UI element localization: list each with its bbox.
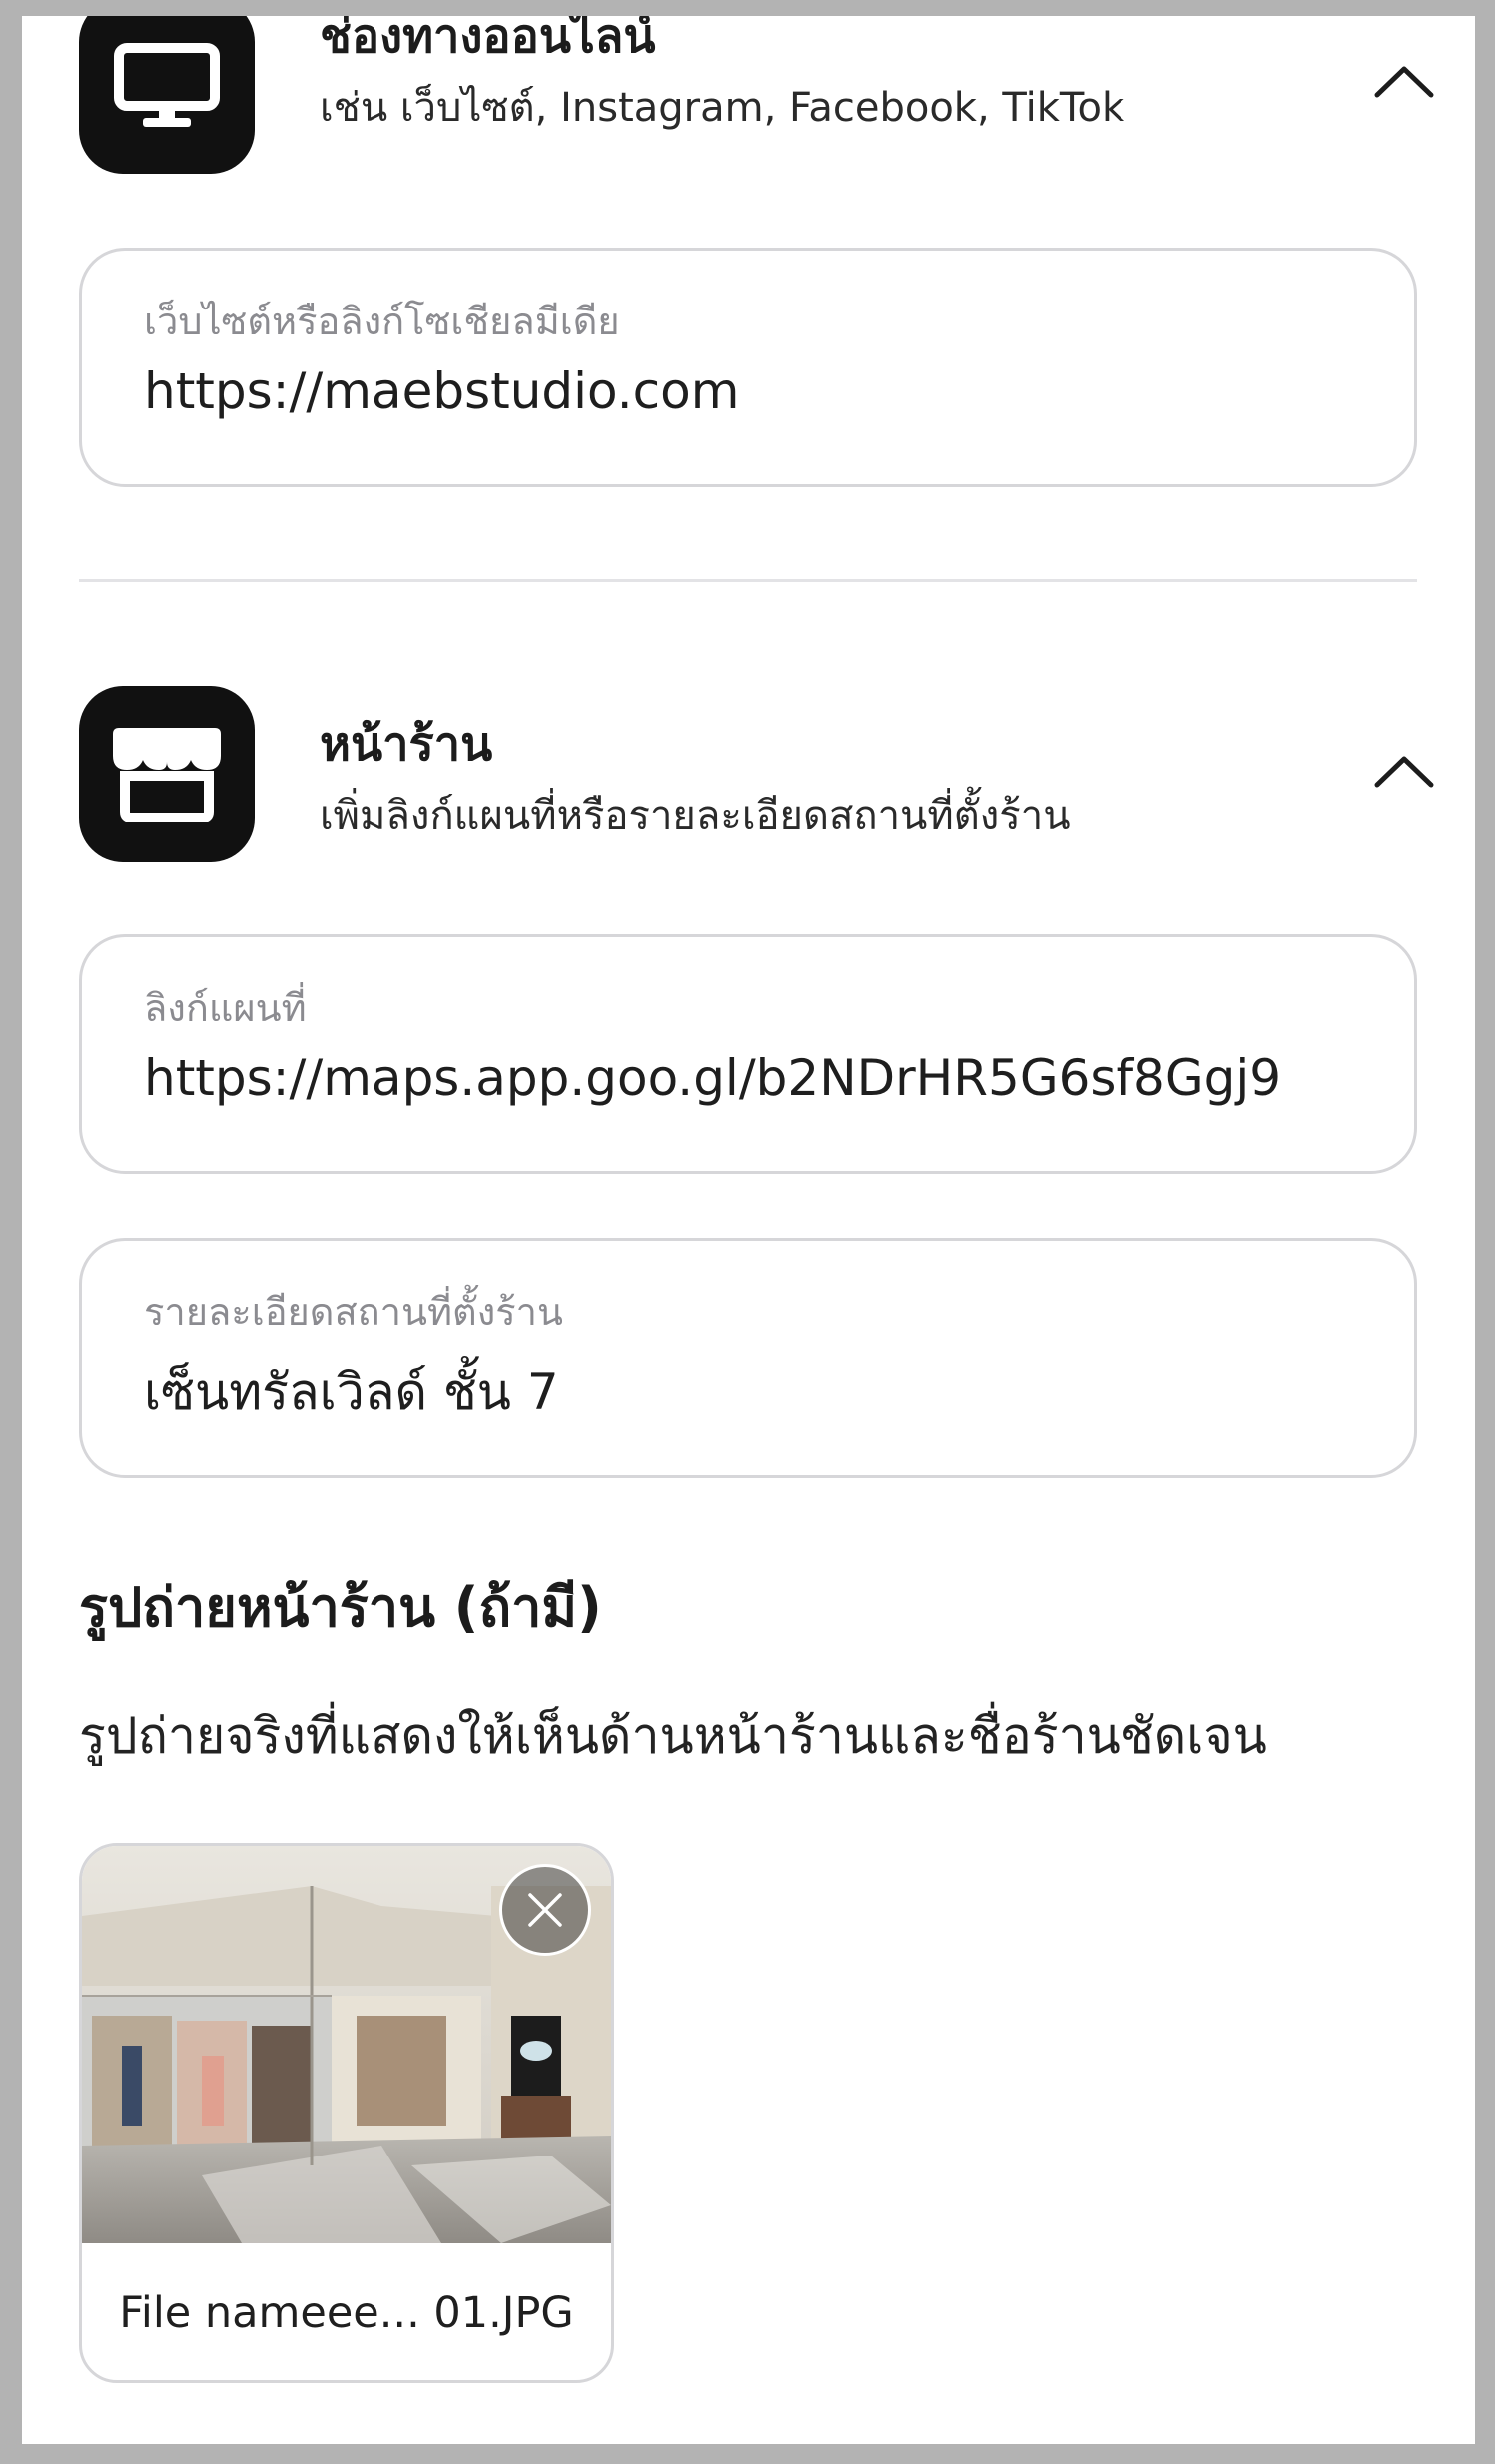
location-details-input[interactable]: เซ็นทรัลเวิลด์ ชั้น 7: [144, 1353, 1382, 1432]
storefront-title: หน้าร้าน: [320, 717, 493, 772]
section-divider: [79, 579, 1417, 582]
storefront-subtitle: เพิ่มลิงก์แผนที่หรือรายละเอียดสถานที่ตั้…: [320, 793, 1071, 839]
uploaded-photo-card[interactable]: File nameee... 01.JPG: [79, 1843, 614, 2383]
storefront-icon: [79, 686, 255, 862]
remove-photo-button[interactable]: [499, 1864, 591, 1956]
close-icon: [528, 1893, 562, 1927]
location-details-label: รายละเอียดสถานที่ตั้งร้าน: [144, 1290, 563, 1334]
map-link-label: ลิงก์แผนที่: [144, 986, 307, 1030]
chevron-up-icon[interactable]: [1369, 46, 1439, 116]
website-field-label: เว็บไซต์หรือลิงก์โซเชียลมีเดีย: [144, 300, 620, 343]
location-details-field[interactable]: รายละเอียดสถานที่ตั้งร้าน เซ็นทรัลเวิลด์…: [79, 1238, 1417, 1478]
map-link-input[interactable]: https://maps.app.goo.gl/b2NDrHR5G6sf8Ggj…: [144, 1049, 1382, 1107]
storefront-photo-title: รูปถ่ายหน้าร้าน (ถ้ามี): [79, 1576, 602, 1639]
map-link-field[interactable]: ลิงก์แผนที่ https://maps.app.goo.gl/b2ND…: [79, 934, 1417, 1174]
storefront-photo-description: รูปถ่ายจริงที่แสดงให้เห็นด้านหน้าร้านและ…: [79, 1707, 1267, 1765]
uploaded-file-name: File nameee... 01.JPG: [119, 2287, 574, 2338]
website-field[interactable]: เว็บไซต์หรือลิงก์โซเชียลมีเดีย https://m…: [79, 248, 1417, 487]
storefront-header[interactable]: หน้าร้าน เพิ่มลิงก์แผนที่หรือรายละเอียดส…: [79, 686, 1439, 862]
chevron-up-icon[interactable]: [1369, 736, 1439, 806]
website-input[interactable]: https://maebstudio.com: [144, 362, 1382, 420]
online-channel-title: ช่องทางออนไลน์: [320, 16, 656, 64]
monitor-icon: [79, 16, 255, 174]
online-channel-subtitle: เช่น เว็บไซต์, Instagram, Facebook, TikT…: [320, 85, 1125, 131]
online-channel-header[interactable]: ช่องทางออนไลน์ เช่น เว็บไซต์, Instagram,…: [79, 16, 1439, 174]
form-page: ช่องทางออนไลน์ เช่น เว็บไซต์, Instagram,…: [22, 16, 1475, 2444]
